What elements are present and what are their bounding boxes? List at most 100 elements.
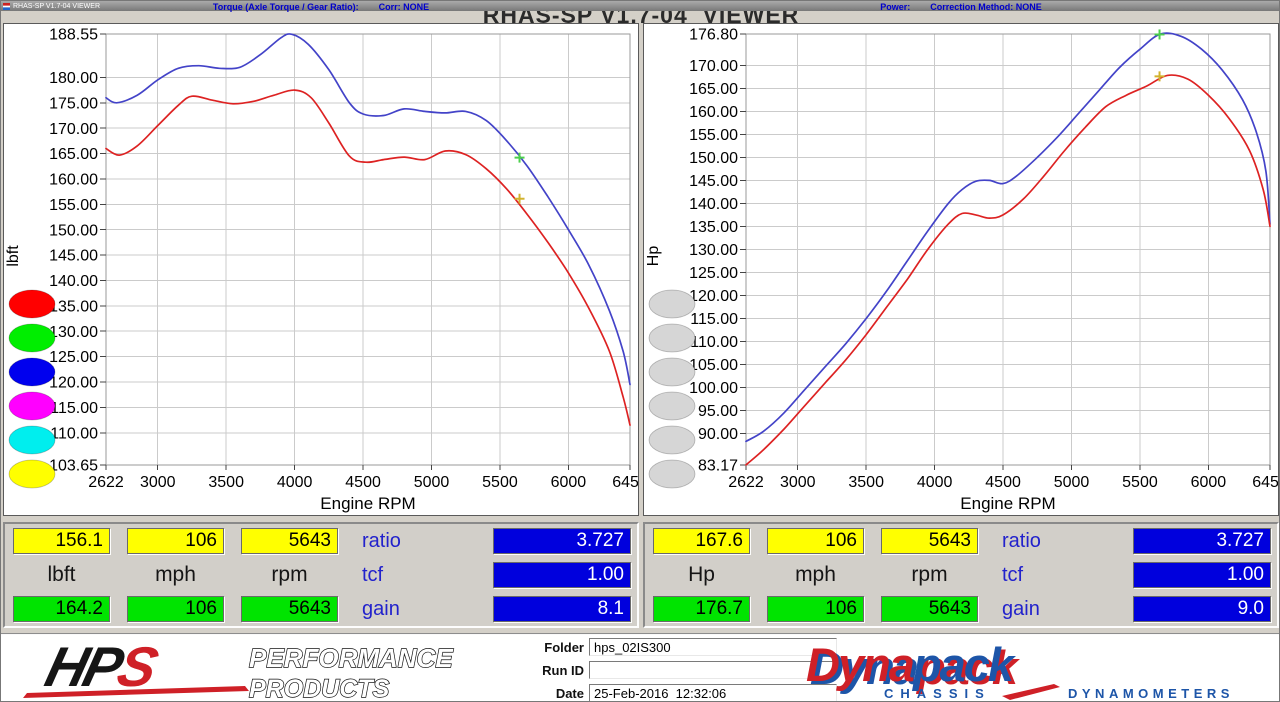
- legend-swatch-4[interactable]: [648, 425, 696, 455]
- ratio-row: ratio 3.727: [362, 528, 631, 554]
- tcf-row: tcf 1.00: [1002, 562, 1271, 588]
- legend-swatch-5[interactable]: [648, 459, 696, 489]
- hps-logo: HPS PERFORMANCE PRODUCTS: [23, 637, 454, 701]
- readout-col-rpm: 5643 rpm 5643: [241, 528, 338, 622]
- x-axis-label: Engine RPM: [960, 494, 1055, 513]
- legend-swatch-5[interactable]: [8, 459, 56, 489]
- svg-text:PERFORMANCE: PERFORMANCE: [249, 643, 453, 673]
- series-run-red: [745, 74, 1271, 466]
- date-input[interactable]: 25-Feb-2016 12:32:06: [589, 684, 837, 701]
- y-axis-label: lbft: [5, 245, 22, 267]
- dynapack-logo: Dynapack Dynapack CHASSIS DYNAMOMETERS: [806, 640, 1234, 701]
- y-tick-label: 150.00: [49, 222, 98, 239]
- svg-text:CHASSIS: CHASSIS: [884, 686, 991, 701]
- readout-col-speed: 106 mph 106: [767, 528, 864, 622]
- y-tick-label: 115.00: [50, 400, 98, 417]
- x-tick-label: 3500: [208, 474, 244, 491]
- x-tick-label: 4500: [345, 474, 381, 491]
- legend-swatch-1[interactable]: [648, 323, 696, 353]
- y-tick-label: 115.00: [690, 311, 738, 328]
- green-value-box: 164.2: [13, 596, 110, 622]
- y-tick-label: 100.00: [689, 380, 738, 397]
- tcf-value-box: 1.00: [1133, 562, 1271, 588]
- x-tick-label: 2622: [88, 474, 124, 491]
- svg-text:Dynapack: Dynapack: [806, 640, 1017, 691]
- x-tick-label: 4500: [985, 474, 1021, 491]
- x-tick-label: 4000: [917, 474, 953, 491]
- y-tick-label: 145.00: [689, 173, 738, 190]
- yellow-value-box: 106: [127, 528, 224, 554]
- unit-label: rpm: [911, 563, 948, 586]
- gain-row: gain 8.1: [362, 596, 631, 622]
- y-tick-label: 125.00: [49, 349, 98, 366]
- torque-chart-panel: 188.55 180.00 175.00 170.00 165.00 160.00 155.…: [3, 23, 639, 516]
- y-tick-label: 95.00: [698, 403, 738, 420]
- run-id-input[interactable]: [589, 661, 837, 679]
- gain-value-box: 8.1: [493, 596, 631, 622]
- unit-label: rpm: [271, 563, 308, 586]
- ratio-value-box: 3.727: [493, 528, 631, 554]
- y-tick-label: 160.00: [49, 172, 98, 189]
- x-tick-label: 3000: [140, 474, 176, 491]
- gain-value-box: 9.0: [1133, 596, 1271, 622]
- run-info-fields: Folder hps_02IS300 Run ID Date 25-Feb-20…: [501, 638, 846, 701]
- x-tick-label: 5500: [482, 474, 518, 491]
- legend-swatch-0[interactable]: [648, 289, 696, 319]
- readout-col-rpm: 5643 rpm 5643: [881, 528, 978, 622]
- run-id-label: Run ID: [542, 662, 584, 678]
- power-chart-panel: 176.80 170.00 165.00 160.00 155.00 150.00 145.…: [643, 23, 1279, 516]
- green-value-box: 106: [127, 596, 224, 622]
- svg-text:DYNAMOMETERS: DYNAMOMETERS: [1068, 686, 1234, 701]
- y-tick-label: 125.00: [689, 265, 738, 282]
- ratio-label: ratio: [362, 529, 401, 552]
- legend-swatch-3[interactable]: [8, 391, 56, 421]
- torque-chart: 188.55 180.00 175.00 170.00 165.00 160.00 155.…: [5, 27, 638, 513]
- torque-readout-params: ratio 3.727 tcf 1.00 gain 8.1: [338, 528, 631, 622]
- readout-col-power: 167.6 Hp 176.7: [653, 528, 750, 622]
- legend-swatch-4[interactable]: [8, 425, 56, 455]
- y-tick-label: 170.00: [49, 121, 98, 138]
- y-tick-label: 130.00: [49, 324, 98, 341]
- y-tick-label: 120.00: [49, 375, 98, 392]
- legend-swatch-2[interactable]: [8, 357, 56, 387]
- gain-label: gain: [362, 597, 400, 620]
- torque-readout-panel: 156.1 lbft 164.2 106 mph 106 5643 rpm 56…: [3, 522, 639, 628]
- cursor-marker: [1154, 29, 1165, 40]
- tcf-value-box: 1.00: [493, 562, 631, 588]
- x-tick-label: 3500: [848, 474, 884, 491]
- viewer-window: RHAS-SP V1.7-04 VIEWER RHAS-SP V1.7-04 V…: [0, 0, 1280, 702]
- power-readout-params: ratio 3.727 tcf 1.00 gain 9.0: [978, 528, 1271, 622]
- footer: HPS PERFORMANCE PRODUCTS Folder hps_02IS…: [1, 633, 1279, 701]
- yellow-value-box: 5643: [881, 528, 978, 554]
- green-value-box: 5643: [881, 596, 978, 622]
- folder-input[interactable]: hps_02IS300: [589, 638, 837, 656]
- legend-swatch-3[interactable]: [648, 391, 696, 421]
- y-tick-label: 165.00: [689, 81, 738, 98]
- run-id-row: Run ID: [501, 661, 846, 679]
- legend-swatch-0[interactable]: [8, 289, 56, 319]
- x-axis-label: Engine RPM: [320, 494, 415, 513]
- y-tick-label: 135.00: [49, 298, 98, 315]
- y-tick-label: 175.00: [49, 95, 98, 112]
- x-tick-label: 5500: [1122, 474, 1158, 491]
- y-tick-label: 180.00: [49, 70, 98, 87]
- tcf-row: tcf 1.00: [362, 562, 631, 588]
- y-tick-label: 145.00: [49, 248, 98, 265]
- series-run-blue: [745, 32, 1271, 443]
- y-tick-label: 105.00: [689, 357, 738, 374]
- yellow-value-box: 167.6: [653, 528, 750, 554]
- y-tick-label: 155.00: [49, 197, 98, 214]
- date-label: Date: [555, 685, 584, 701]
- tcf-label: tcf: [362, 563, 384, 586]
- torque-chart-header: Torque (Axle Torque / Gear Ratio): Corr:…: [212, 2, 430, 12]
- yellow-value-box: 156.1: [13, 528, 110, 554]
- x-tick-label: 5000: [414, 474, 450, 491]
- legend-swatch-1[interactable]: [8, 323, 56, 353]
- y-tick-label: 110.00: [50, 425, 98, 442]
- legend-swatch-2[interactable]: [648, 357, 696, 387]
- x-tick-label: 6450: [1252, 474, 1278, 491]
- series-run-red: [105, 89, 631, 426]
- svg-text:HPS: HPS: [39, 637, 164, 699]
- torque-readout-values: 156.1 lbft 164.2 106 mph 106 5643 rpm 56…: [13, 528, 338, 622]
- folder-label: Folder: [544, 639, 584, 655]
